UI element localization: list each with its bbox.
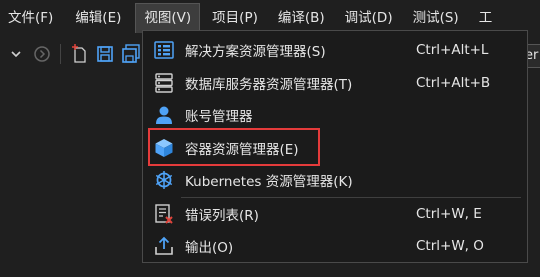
menu-item-error-list[interactable]: 错误列表(R) Ctrl+W, E	[143, 198, 527, 231]
menu-item-shortcut: Ctrl+W, E	[416, 205, 482, 222]
menu-item-label: 错误列表(R)	[185, 207, 259, 224]
container-icon	[153, 137, 175, 159]
navigate-forward-icon[interactable]	[30, 41, 54, 67]
menu-item-shortcut: Ctrl+Alt+B	[416, 74, 491, 91]
error-list-icon	[153, 203, 175, 225]
menu-item-shortcut: Ctrl+Alt+L	[416, 42, 489, 59]
save-all-icon[interactable]	[119, 41, 143, 67]
menu-build[interactable]: 编译(B)	[270, 3, 333, 33]
menu-item-output[interactable]: 输出(O) Ctrl+W, O	[143, 230, 527, 263]
menu-item-server-explorer[interactable]: 数据库服务器资源管理器(T) Ctrl+Alt+B	[143, 67, 527, 100]
menu-view[interactable]: 视图(V)	[135, 3, 201, 33]
output-icon	[153, 235, 175, 257]
solution-explorer-icon	[153, 39, 175, 61]
menu-edit[interactable]: 编辑(E)	[67, 3, 129, 33]
kubernetes-icon	[153, 169, 175, 191]
menu-item-label: 输出(O)	[185, 240, 234, 257]
chevron-down-icon[interactable]	[4, 41, 28, 67]
account-icon	[153, 104, 175, 126]
menu-project[interactable]: 项目(P)	[204, 3, 266, 33]
menu-item-label: Kubernetes 资源管理器(K)	[185, 174, 353, 191]
view-menu-dropdown: 解决方案资源管理器(S) Ctrl+Alt+L 数据库服务器资源管理器(T) C…	[142, 30, 528, 263]
server-explorer-icon	[153, 72, 175, 94]
menu-item-label: 数据库服务器资源管理器(T)	[185, 76, 353, 93]
menu-file[interactable]: 文件(F)	[0, 3, 61, 33]
menu-debug[interactable]: 调试(D)	[337, 3, 401, 33]
menu-item-kubernetes-explorer[interactable]: Kubernetes 资源管理器(K)	[143, 164, 527, 197]
new-file-icon[interactable]	[67, 41, 91, 67]
menu-item-account-manager[interactable]: 账号管理器	[143, 99, 527, 132]
save-icon[interactable]	[93, 41, 117, 67]
menu-item-label: 账号管理器	[185, 109, 253, 126]
menu-item-label: 容器资源管理器(E)	[185, 141, 299, 158]
menu-item-label: 解决方案资源管理器(S)	[185, 44, 326, 61]
menu-item-solution-explorer[interactable]: 解决方案资源管理器(S) Ctrl+Alt+L	[143, 34, 527, 67]
menu-test[interactable]: 测试(S)	[405, 3, 467, 33]
menu-tools[interactable]: 工	[471, 3, 501, 33]
menu-item-container-explorer[interactable]: 容器资源管理器(E)	[143, 132, 527, 165]
menu-item-shortcut: Ctrl+W, O	[416, 238, 484, 255]
toolbar-separator	[60, 44, 61, 64]
